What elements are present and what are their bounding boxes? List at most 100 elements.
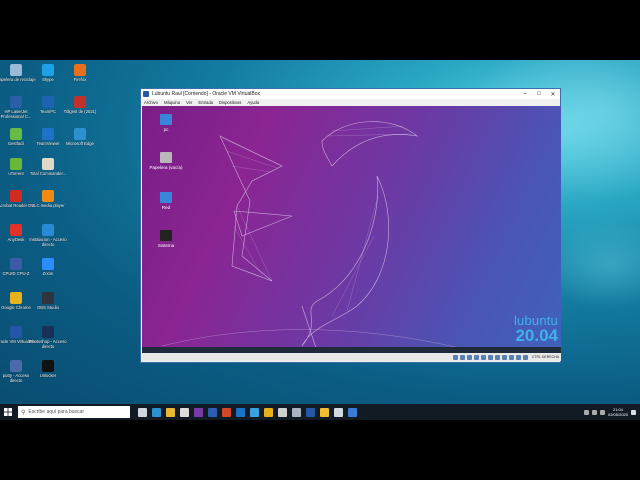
desktop-icon[interactable]: Tdlgest de (2021) — [60, 96, 100, 114]
monitor-icon — [160, 230, 172, 241]
desktop-icon[interactable]: Zoom — [28, 258, 68, 276]
edge-icon[interactable] — [152, 407, 161, 417]
app-icon — [10, 96, 22, 108]
letterbox-bottom — [0, 420, 640, 480]
taskbar-pinned-apps — [138, 407, 357, 417]
onenote-icon[interactable] — [194, 407, 203, 417]
app-icon — [74, 96, 86, 108]
cloud-icon[interactable] — [334, 407, 343, 417]
app-icon — [42, 292, 54, 304]
cpu-status-icon[interactable] — [508, 354, 514, 360]
folder-icon — [160, 192, 172, 203]
desktop-icon[interactable]: VLC media player — [28, 190, 68, 208]
desktop-icon[interactable]: Unlocker — [28, 360, 68, 378]
desktop-icon[interactable]: Firefox — [60, 64, 100, 82]
app-icon — [42, 64, 54, 76]
guest-desktop-icon[interactable]: Red — [146, 192, 186, 210]
search-placeholder: Escribe aquí para buscar — [28, 409, 84, 415]
chrome-icon[interactable] — [264, 407, 273, 417]
app-icon — [42, 224, 54, 236]
lubuntu-logo: lubuntu 20.04 — [514, 313, 558, 344]
keyboard-status-icon[interactable] — [522, 354, 528, 360]
word-icon[interactable] — [208, 407, 217, 417]
guest-desktop-icon[interactable]: Papelera (vacía) — [146, 152, 186, 170]
window-titlebar[interactable]: Lubuntu Raul [Corriendo] - Oracle VM Vir… — [141, 89, 560, 99]
windows-logo-icon — [4, 408, 12, 416]
shared-folder-icon[interactable] — [487, 354, 493, 360]
close-button[interactable]: ✕ — [546, 91, 560, 98]
app-icon — [10, 258, 22, 270]
start-button[interactable] — [0, 404, 16, 420]
app-icon — [10, 158, 22, 170]
guest-screen[interactable]: pc Papelera (vacía) Red Sistema lubuntu 20.… — [142, 106, 561, 353]
menu-entrada[interactable]: Entrada — [198, 100, 213, 105]
menu-dispositivos[interactable]: Dispositivos — [219, 100, 241, 105]
guest-icon-label: Papelera (vacía) — [149, 165, 183, 170]
desktop-icon[interactable]: Microsoft Edge — [60, 128, 100, 146]
desktop-icon[interactable]: Instalacion - Acceso directo — [28, 224, 68, 247]
system-tray: 21:04 02/05/2020 — [583, 404, 636, 420]
app-icon — [10, 190, 22, 202]
menu-ver[interactable]: Ver — [186, 100, 192, 105]
window-menubar: Archivo Máquina Ver Entrada Dispositivos… — [141, 99, 560, 106]
guest-desktop-icon[interactable]: pc — [146, 114, 186, 132]
taskbar-clock[interactable]: 21:04 02/05/2020 — [608, 407, 628, 417]
maximize-button[interactable]: □ — [532, 91, 546, 97]
powerpoint-icon[interactable] — [222, 407, 231, 417]
notifications-icon[interactable] — [631, 409, 636, 415]
desktop-icon-label: OBS Studio — [37, 305, 59, 310]
desktop-icon[interactable]: Total Commander... — [28, 158, 68, 176]
desktop-icon-label: Photoshop - Acceso directo — [29, 339, 67, 349]
vm-statusbar: CTRL DERECHA — [142, 353, 561, 361]
usb-status-icon[interactable] — [480, 354, 486, 360]
paint-icon[interactable] — [250, 407, 259, 417]
window-title: Lubuntu Raul [Corriendo] - Oracle VM Vir… — [152, 91, 261, 97]
volume-icon[interactable] — [599, 409, 605, 415]
app-icon — [42, 326, 54, 338]
app-icon — [74, 128, 86, 140]
vm-taskbar-icon[interactable] — [320, 407, 329, 417]
minimize-button[interactable]: – — [518, 91, 532, 97]
menu-archivo[interactable]: Archivo — [144, 100, 158, 105]
task-view-icon[interactable] — [138, 407, 147, 417]
media-icon[interactable] — [348, 407, 357, 417]
folder-icon — [160, 114, 172, 125]
menu-ayuda[interactable]: Ayuda — [247, 100, 259, 105]
clock-date: 02/05/2020 — [607, 412, 628, 417]
menu-maquina[interactable]: Máquina — [164, 100, 180, 105]
app-icon — [42, 190, 54, 202]
tray-overflow-icon[interactable] — [583, 409, 589, 415]
network-status-icon[interactable] — [473, 354, 479, 360]
outlook-icon[interactable] — [236, 407, 245, 417]
letterbox-top — [0, 0, 640, 60]
virtualbox-icon[interactable] — [306, 407, 315, 417]
host-key-label: CTRL DERECHA — [531, 355, 559, 359]
hdd-status-icon[interactable] — [452, 354, 458, 360]
clock-app-icon[interactable] — [278, 407, 287, 417]
desktop-icon-label: Zoom — [42, 271, 54, 276]
lubuntu-bird-wallpaper — [161, 121, 473, 352]
desktop-icon-label: Instalacion - Acceso directo — [29, 237, 67, 247]
recording-status-icon[interactable] — [501, 354, 507, 360]
network-icon[interactable] — [591, 409, 597, 415]
mouse-integration-icon[interactable] — [515, 354, 521, 360]
taskbar-search-box[interactable]: ⚲ Escribe aquí para buscar — [18, 406, 130, 418]
desktop-icon[interactable]: Photoshop - Acceso directo — [28, 326, 68, 349]
snip-icon[interactable] — [292, 407, 301, 417]
audio-status-icon[interactable] — [466, 354, 472, 360]
app-icon — [10, 292, 22, 304]
guest-icon-label: Red — [161, 205, 171, 210]
guest-desktop-icon[interactable]: Sistema — [146, 230, 186, 248]
virtualbox-window[interactable]: Lubuntu Raul [Corriendo] - Oracle VM Vir… — [140, 88, 561, 363]
display-status-icon[interactable] — [494, 354, 500, 360]
file-explorer-icon[interactable] — [166, 407, 175, 417]
desktop-icon-label: Tdlgest de (2021) — [63, 109, 97, 114]
desktop-icon-label: Unlocker — [39, 373, 57, 378]
optical-status-icon[interactable] — [459, 354, 465, 360]
desktop-icon-label: Microsoft Edge — [66, 141, 94, 146]
trash-icon — [160, 152, 172, 163]
store-icon[interactable] — [180, 407, 189, 417]
desktop-icon[interactable]: OBS Studio — [28, 292, 68, 310]
app-icon — [10, 128, 22, 140]
app-icon — [74, 64, 86, 76]
